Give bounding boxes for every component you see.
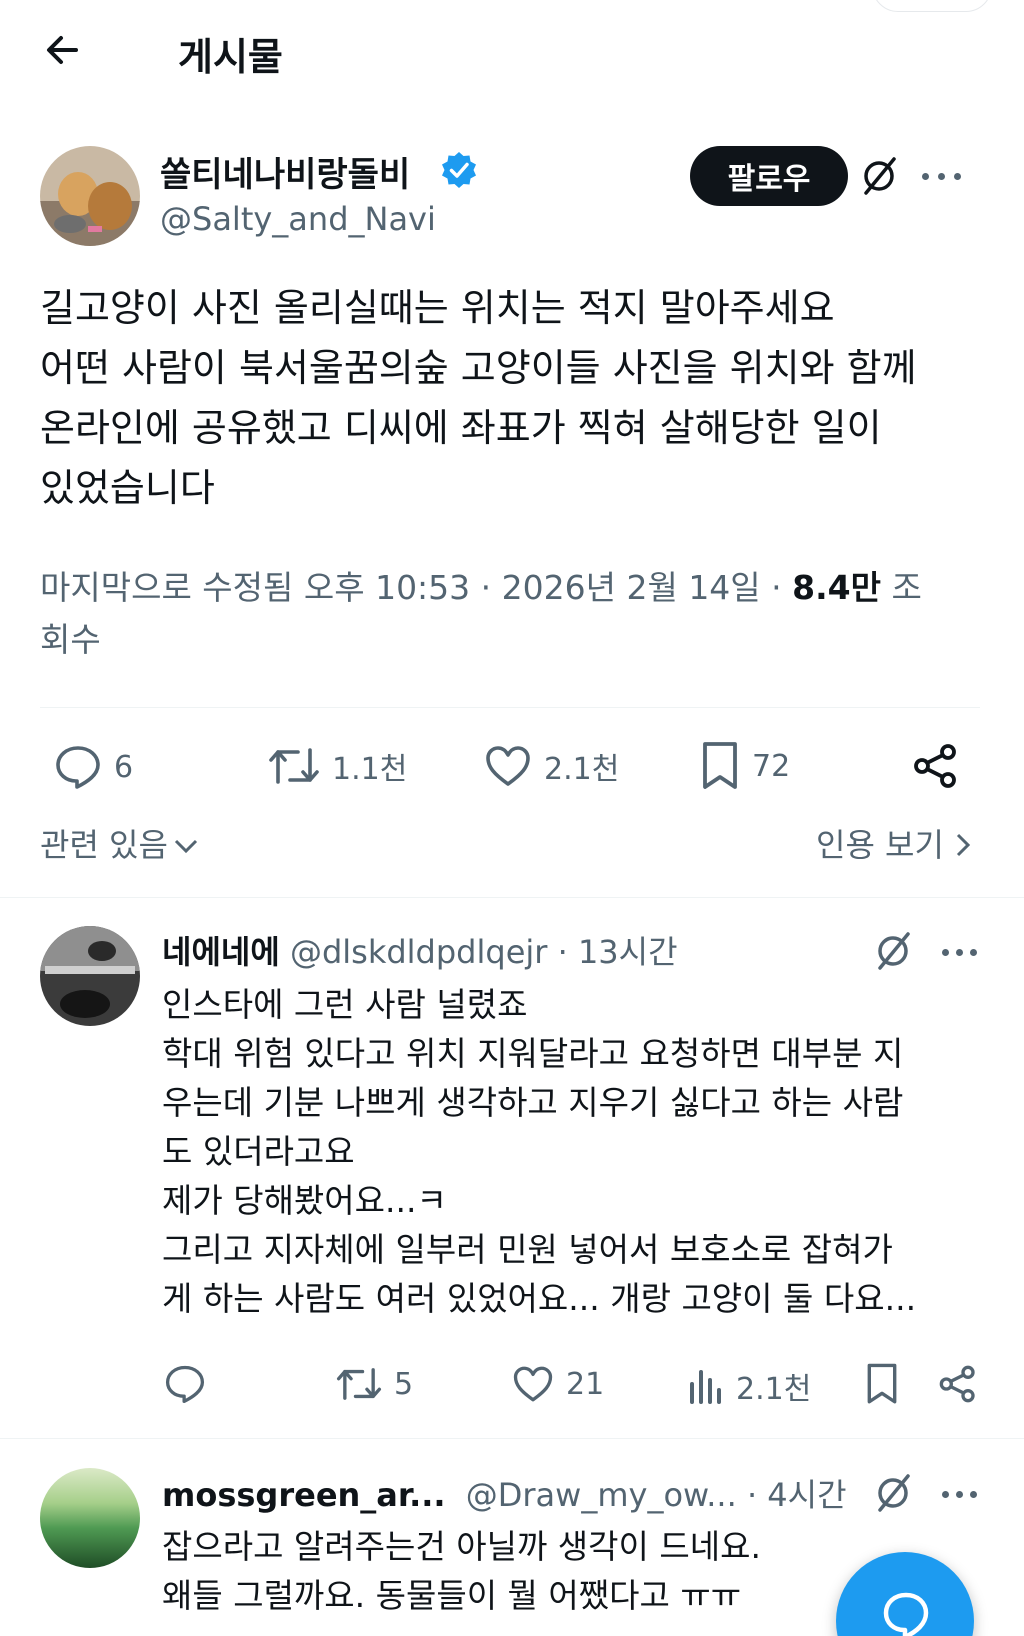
repost-icon [269, 748, 319, 784]
reply-text-line: 잡으라고 알려주는건 아닐까 생각이 드네요. [162, 1527, 761, 1566]
reply-author-handle[interactable]: @dlskdldpdlqejr [290, 933, 547, 971]
reply-text-line: 인스타에 그런 사람 널렸죠 [162, 985, 528, 1024]
like-icon [513, 1366, 553, 1402]
post-text: 길고양이 사진 올리실때는 위치는 적지 말아주세요 어떤 사람이 북서울꿈의숲… [40, 278, 1000, 518]
reply-count: 6 [114, 749, 134, 785]
reply-author-name[interactable]: mossgreen_ar... [162, 1476, 446, 1514]
grok-icon[interactable] [872, 1472, 914, 1514]
reply-text-line: 우는데 기분 나쁘게 생각하고 지우기 싫다고 하는 사람 [162, 1083, 904, 1122]
views-icon [690, 1370, 721, 1404]
compose-icon [883, 1592, 929, 1636]
verified-badge-icon [442, 152, 476, 188]
post-text-line: 길고양이 사진 올리실때는 위치는 적지 말아주세요 [40, 286, 835, 330]
reply-text-line: 왜들 그럴까요. 동물들이 뭘 어쨌다고 ㅠㅠ [162, 1576, 742, 1615]
reply-text-line: 게 하는 사람도 여러 있었어요... 개랑 고양이 둘 다요... [162, 1279, 917, 1318]
like-button[interactable]: 21 [512, 1364, 604, 1404]
chevron-right-icon [956, 833, 971, 857]
views-count: 2.1천 [736, 1372, 812, 1407]
chevron-down-icon [174, 839, 197, 854]
bookmark-icon[interactable] [864, 1362, 900, 1406]
reply-text-line: 도 있더라고요 [162, 1132, 355, 1171]
avatar[interactable] [40, 926, 140, 1026]
reply-text-line: 제가 당해봤어요...ㅋ [162, 1181, 447, 1220]
bookmark-icon [703, 742, 737, 789]
reply-time[interactable]: · 13시간 [558, 933, 678, 971]
compose-button[interactable] [836, 1552, 974, 1636]
bookmark-count: 72 [752, 748, 791, 784]
reply-header: 네에네에 @dlskdldpdlqejr · 13시간 [162, 927, 678, 973]
bookmark-button[interactable]: 72 [700, 740, 790, 792]
reply-text: 인스타에 그런 사람 널렸죠 학대 위험 있다고 위치 지워달라고 요청하면 대… [162, 980, 916, 1323]
reply-text: 잡으라고 알려주는건 아닐까 생각이 드네요. 왜들 그럴까요. 동물들이 뭘 … [162, 1522, 761, 1620]
reply-button[interactable] [164, 1364, 206, 1404]
reply-author-name[interactable]: 네에네에 [162, 933, 280, 971]
reply-button[interactable]: 6 [54, 744, 133, 790]
share-icon[interactable] [912, 742, 960, 790]
post-meta: 마지막으로 수정됨 오후 10:53 · 2026년 2월 14일 · 8.4만… [40, 562, 1000, 666]
reply-header: mossgreen_ar... @Draw_my_ow... · 4시간 [162, 1470, 847, 1516]
share-icon[interactable] [938, 1364, 978, 1404]
grok-icon[interactable] [872, 930, 914, 972]
repost-button[interactable]: 1.1천 [268, 744, 407, 788]
post-text-line: 있었습니다 [40, 466, 215, 510]
grok-icon[interactable] [858, 155, 900, 197]
author-handle[interactable]: @Salty_and_Navi [160, 200, 436, 238]
more-icon[interactable] [942, 946, 982, 958]
quotes-link[interactable]: 인용 보기 [816, 820, 974, 866]
post-text-line: 어떤 사람이 북서울꿈의숲 고양이들 사진을 위치와 함께 [40, 346, 917, 390]
post-text-line: 온라인에 공유했고 디씨에 좌표가 찍혀 살해당한 일이 [40, 406, 882, 450]
quotes-label: 인용 보기 [816, 826, 944, 864]
more-icon[interactable] [942, 1488, 982, 1500]
reply-author-handle[interactable]: @Draw_my_ow... [466, 1476, 737, 1514]
more-icon[interactable] [922, 170, 962, 182]
reply-text-line: 그리고 지자체에 일부러 민원 넣어서 보호소로 잡혀가 [162, 1230, 893, 1269]
repost-count: 1.1천 [332, 752, 408, 787]
avatar[interactable] [40, 1468, 140, 1568]
header: 게시물 [0, 0, 1024, 100]
repost-button[interactable]: 5 [336, 1364, 413, 1404]
view-count: 8.4만 [792, 568, 881, 607]
reply-text-line: 학대 위험 있다고 위치 지워달라고 요청하면 대부분 지 [162, 1034, 904, 1073]
reply-icon [165, 1365, 205, 1404]
divider [0, 897, 1024, 898]
author-name[interactable]: 쏠티네나비랑돌비 [160, 147, 410, 196]
like-count: 21 [566, 1366, 605, 1402]
like-button[interactable]: 2.1천 [484, 744, 619, 788]
like-icon [486, 746, 530, 786]
back-arrow-icon[interactable] [40, 28, 84, 72]
divider [40, 707, 980, 708]
post-timestamp[interactable]: 마지막으로 수정됨 오후 10:53 · 2026년 2월 14일 · [40, 568, 792, 607]
view-label-cont: 회수 [40, 620, 101, 659]
view-label: 조 [880, 568, 922, 607]
repost-icon [336, 1368, 382, 1400]
repost-count: 5 [394, 1366, 414, 1402]
reply-time[interactable]: · 4시간 [747, 1476, 847, 1514]
related-label: 관련 있음 [40, 826, 168, 864]
page-title: 게시물 [178, 35, 283, 79]
divider [0, 1438, 1024, 1439]
follow-button[interactable]: 팔로우 [690, 146, 848, 206]
like-count: 2.1천 [544, 752, 620, 787]
avatar[interactable] [40, 146, 140, 246]
reply-icon [56, 746, 100, 789]
related-dropdown[interactable]: 관련 있음 [40, 820, 200, 866]
views-button[interactable]: 2.1천 [688, 1364, 811, 1408]
